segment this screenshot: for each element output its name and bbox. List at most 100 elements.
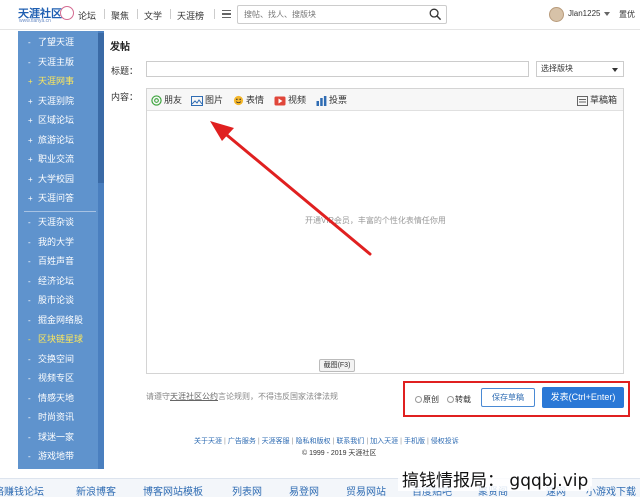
dash-icon: - [28,218,31,227]
footer-link[interactable]: 广告服务 [228,438,256,445]
footer-link[interactable]: 天涯客服 [262,438,290,445]
footer-link[interactable]: 加入天涯 [370,438,398,445]
sidebar-scrollbar[interactable] [98,31,104,469]
smile-icon [233,96,244,106]
plus-icon: + [28,135,33,145]
sidebar-item-active[interactable]: + 天涯网事 [18,72,98,92]
chevron-down-icon[interactable] [604,12,610,16]
radio-circle [415,396,422,404]
post-button[interactable]: 发表(Ctrl+Enter) [542,387,624,408]
editor-placeholder: 开通VIP会员，丰富的个性化表情任你用 [305,216,446,225]
nav-focus[interactable]: 聚焦 [111,9,129,22]
dash-icon: - [28,257,31,266]
nav-divider [137,9,138,19]
footer-link[interactable]: 手机版 [404,438,425,445]
menu-icon[interactable] [222,10,231,18]
editor-toolbar: 朋友 图片 表情 视频 投票 草稿箱 [147,89,623,111]
sidebar-item[interactable]: - 天涯杂谈 [18,213,98,233]
bar-chart-icon [316,95,327,106]
sidebar-item[interactable]: + 职业交流 [18,150,98,170]
sidebar-item[interactable]: + 大学校园 [18,170,98,190]
scrollbar-thumb[interactable] [98,33,104,183]
plus-icon: + [28,155,33,164]
sidebar-item[interactable]: - 时尚资讯 [18,408,98,428]
sidebar-item[interactable]: - 天涯主版 [18,53,98,73]
sidebar: - 了望天涯 - 天涯主版 + 天涯网事 + 天涯别院 + 区域论坛 + 旅游论坛 + 职业交… [18,31,104,469]
highlight-box: 原创 转载 保存草稿 发表(Ctrl+Enter) [403,381,630,417]
site-logo[interactable]: 天涯社区 www.tianya.cn [18,4,74,26]
sidebar-item[interactable]: + 区域论坛 [18,111,98,131]
sidebar-item[interactable]: - 球迷一家 [18,428,98,448]
page-title: 发帖 [110,42,130,53]
sidebar-item[interactable]: - 情感天地 [18,389,98,409]
save-draft-button[interactable]: 保存草稿 [481,388,535,407]
dash-icon: - [28,38,31,47]
sidebar-item[interactable]: - 游戏地带 [18,447,98,467]
bottom-link[interactable]: 小游戏下载 [586,483,636,497]
bottom-link[interactable]: 络赚钱论坛 [0,483,44,497]
top-right-label[interactable]: 置优 [619,9,635,20]
video-button[interactable]: 视频 [274,94,306,106]
sidebar-item[interactable]: - 了望天涯 [18,33,98,53]
search-box [237,5,447,24]
sidebar-item-active[interactable]: - 区块链星球 [18,330,98,350]
board-select[interactable]: 选择版块 [536,61,624,77]
sidebar-item[interactable]: - 掘金网络股 [18,311,98,331]
footer-link[interactable]: 关于天涯 [194,438,222,445]
bottom-link[interactable]: 贸易网站 [346,483,386,497]
sidebar-item[interactable]: - 我的大学 [18,233,98,253]
image-icon [191,95,203,106]
dash-icon: - [28,413,31,422]
search-input[interactable] [244,8,424,21]
bottom-link[interactable]: 新浪博客 [76,483,116,497]
original-radio[interactable]: 原创 [415,394,439,405]
avatar[interactable] [549,7,564,22]
dash-icon: - [28,374,31,383]
drafts-button[interactable]: 草稿箱 [577,94,617,106]
bottom-link[interactable]: 博客网站模板 [143,483,203,497]
title-field[interactable] [146,61,529,77]
search-icon[interactable] [429,8,442,21]
bottom-link[interactable]: 列表网 [232,483,262,497]
nav-divider [170,9,171,19]
footer-link[interactable]: 隐私和版权 [295,438,330,445]
title-label: 标题： [111,66,139,76]
dash-icon: - [28,432,31,442]
nav-divider [214,9,215,19]
sidebar-item[interactable]: - 视频专区 [18,369,98,389]
nav-ranking[interactable]: 天涯榜 [177,9,204,22]
top-bar: 天涯社区 www.tianya.cn 论坛 聚焦 文学 天涯榜 Jlan1225… [0,0,640,30]
image-button[interactable]: 图片 [191,94,223,106]
dash-icon: - [28,393,31,403]
emoji-button[interactable]: 表情 [233,94,264,106]
bottom-link[interactable]: 易登网 [289,483,319,497]
sidebar-item[interactable]: - 经济论坛 [18,272,98,292]
nav-forum[interactable]: 论坛 [78,9,96,22]
content-editor[interactable]: 朋友 图片 表情 视频 投票 草稿箱 开通VIP会员，丰富的个性化表情任你用 截… [146,88,624,374]
footer-link[interactable]: 侵权投诉 [431,438,459,445]
video-icon [274,96,286,106]
vote-button[interactable]: 投票 [316,94,347,106]
sidebar-divider [24,211,96,212]
community-rules-link[interactable]: 天涯社区公约 [170,392,218,401]
sidebar-item[interactable]: + 天涯问答 [18,189,98,209]
plus-icon: + [28,116,33,125]
username[interactable]: Jlan1225 [568,9,600,18]
logo-badge-icon [60,6,74,20]
footer-link[interactable]: 联系我们 [336,438,364,445]
sidebar-item[interactable]: - 百姓声音 [18,252,98,272]
sidebar-item[interactable]: + 天涯别院 [18,92,98,112]
repost-radio[interactable]: 转载 [447,394,471,405]
logo-url: www.tianya.cn [19,18,51,24]
plus-icon: + [28,174,33,184]
dash-icon: - [28,354,31,364]
nav-literature[interactable]: 文学 [144,9,162,22]
sidebar-item[interactable]: + 旅游论坛 [18,131,98,151]
sidebar-item[interactable]: - 股市论谈 [18,291,98,311]
dash-icon: - [28,276,31,286]
dash-icon: - [28,452,31,461]
plus-icon: + [28,96,33,106]
sidebar-item[interactable]: - 交换空间 [18,350,98,370]
screenshot-button[interactable]: 截图(F3) [319,359,355,372]
friend-button[interactable]: 朋友 [151,94,182,106]
